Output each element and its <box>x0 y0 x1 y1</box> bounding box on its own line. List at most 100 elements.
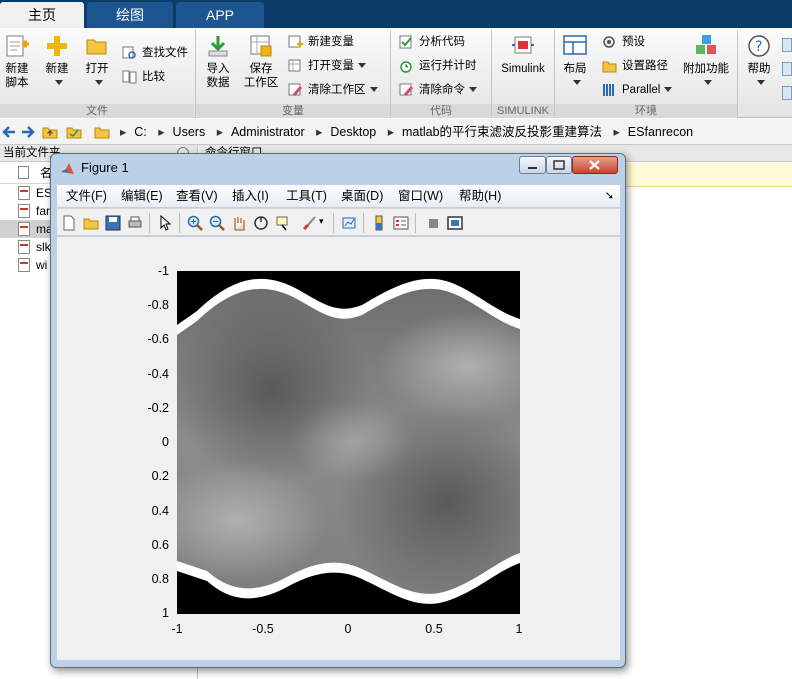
open-variable-button[interactable]: 打开变量 <box>286 56 366 76</box>
folder-open-icon <box>84 34 110 58</box>
reconstructed-image-axes[interactable] <box>177 271 520 614</box>
tab-apps[interactable]: APP <box>176 2 264 28</box>
clear-workspace-button[interactable]: 清除工作区 <box>286 80 378 100</box>
parallel-button[interactable]: Parallel <box>600 80 673 100</box>
request-support-icon[interactable] <box>782 62 792 76</box>
tab-home[interactable]: 主页 <box>0 2 84 28</box>
menu-edit[interactable]: 编辑(E) <box>121 185 163 207</box>
toolbar-divider <box>149 213 150 233</box>
brush-dropdown-icon[interactable]: ▾ <box>319 216 324 227</box>
open-variable-label: 打开变量 <box>308 60 354 72</box>
matlab-file-icon <box>18 222 30 236</box>
zoom-in-icon[interactable] <box>187 215 203 231</box>
menu-tools[interactable]: 工具(T) <box>286 185 327 207</box>
run-and-time-icon <box>399 59 414 73</box>
save-workspace-button[interactable]: 保存 工作区 <box>242 34 280 90</box>
toolbar-divider <box>333 213 334 233</box>
breadcrumb-administrator[interactable]: Administrator <box>231 125 305 139</box>
clear-commands-button[interactable]: 清除命令 <box>397 80 477 100</box>
chevron-down-icon <box>573 80 581 86</box>
data-cursor-icon[interactable] <box>275 215 291 231</box>
chevron-down-icon <box>95 80 103 86</box>
rotate-3d-icon[interactable] <box>253 215 269 231</box>
open-file-icon[interactable] <box>83 215 99 231</box>
close-button[interactable] <box>572 156 618 174</box>
new-script-button[interactable]: 新建 脚本 <box>3 34 31 90</box>
breadcrumb-drive[interactable]: C: <box>134 125 147 139</box>
preferences-button[interactable]: 预设 <box>600 32 645 52</box>
compare-label: 比较 <box>142 71 165 83</box>
breadcrumb-separator-icon: ▸ <box>613 125 620 139</box>
ribbon-divider <box>737 30 738 116</box>
menu-insert[interactable]: 插入(I) <box>232 185 269 207</box>
print-icon[interactable] <box>127 215 143 231</box>
menu-window[interactable]: 窗口(W) <box>398 185 443 207</box>
menu-view[interactable]: 查看(V) <box>176 185 218 207</box>
maximize-button[interactable] <box>546 156 572 174</box>
breadcrumb-project-folder[interactable]: matlab的平行束滤波反投影重建算法 <box>402 125 602 139</box>
layout-button[interactable]: 布局 <box>561 34 589 90</box>
chevron-down-icon <box>358 63 366 69</box>
breadcrumb-desktop[interactable]: Desktop <box>330 125 376 139</box>
brush-icon[interactable] <box>301 215 317 231</box>
minimize-button[interactable] <box>519 156 546 174</box>
forward-arrow-icon[interactable] <box>20 125 36 139</box>
find-files-label: 查找文件 <box>142 47 188 59</box>
tab-plots[interactable]: 绘图 <box>87 2 173 28</box>
set-path-button[interactable]: 设置路径 <box>600 56 668 76</box>
pan-hand-icon[interactable] <box>231 215 247 231</box>
menu-file[interactable]: 文件(F) <box>66 185 107 207</box>
back-arrow-icon[interactable] <box>1 125 17 139</box>
y-tick-label: -0.8 <box>147 298 169 312</box>
breadcrumb-current-folder[interactable]: ESfanrecon <box>628 125 693 139</box>
help-button[interactable]: ? 帮助 <box>745 34 773 90</box>
chevron-down-icon <box>469 87 477 93</box>
browse-folder-icon[interactable] <box>66 125 82 139</box>
menu-bar-dock-icon[interactable]: ➘ <box>605 189 614 202</box>
x-tick-label: -0.5 <box>252 622 274 636</box>
y-tick-label: -1 <box>157 264 169 278</box>
analyze-code-button[interactable]: 分析代码 <box>397 32 465 52</box>
plus-icon <box>44 34 70 58</box>
clear-workspace-label: 清除工作区 <box>308 84 366 96</box>
link-plot-icon[interactable] <box>341 215 357 231</box>
save-workspace-label-1: 保存 <box>249 63 273 75</box>
group-label-variable: 变量 <box>196 104 390 118</box>
addons-button[interactable]: 附加功能 <box>681 34 731 90</box>
breadcrumb-separator-icon: ▸ <box>216 125 223 139</box>
simulink-button[interactable]: Simulink <box>497 34 549 76</box>
open-button[interactable]: 打开 <box>83 34 111 90</box>
y-tick-label: -0.2 <box>147 401 169 415</box>
save-icon[interactable] <box>105 215 121 231</box>
new-variable-button[interactable]: 新建变量 <box>286 32 354 52</box>
minimize-icon <box>528 167 537 169</box>
import-data-button[interactable]: 导入 数据 <box>203 34 233 90</box>
breadcrumb-users[interactable]: Users <box>173 125 206 139</box>
run-and-time-button[interactable]: 运行并计时 <box>397 56 477 76</box>
close-icon <box>589 160 600 170</box>
hide-plot-tools-icon[interactable] <box>425 215 441 231</box>
new-figure-icon[interactable] <box>61 215 77 231</box>
zoom-out-icon[interactable] <box>209 215 225 231</box>
save-workspace-icon <box>248 34 274 58</box>
y-tick-label: -0.4 <box>147 367 169 381</box>
chevron-down-icon <box>757 80 765 86</box>
menu-desktop[interactable]: 桌面(D) <box>341 185 383 207</box>
menu-help[interactable]: 帮助(H) <box>459 185 501 207</box>
show-plot-tools-icon[interactable] <box>447 215 463 231</box>
open-label: 打开 <box>85 63 109 75</box>
group-label-simulink: SIMULINK <box>492 104 554 118</box>
compare-button[interactable]: 比较 <box>120 67 165 87</box>
learn-matlab-icon[interactable] <box>782 86 792 100</box>
figure-window[interactable]: Figure 1 文件(F) 编辑(E) 查看(V) 插入(I) 工具(T) 桌… <box>50 153 626 668</box>
new-button[interactable]: 新建 <box>42 34 72 90</box>
find-files-button[interactable]: 查找文件 <box>120 43 188 63</box>
pointer-icon[interactable] <box>157 215 173 231</box>
insert-legend-icon[interactable] <box>393 215 409 231</box>
insert-colorbar-icon[interactable] <box>371 215 387 231</box>
analyze-code-label: 分析代码 <box>419 36 465 48</box>
community-icon[interactable] <box>782 38 792 52</box>
simulink-label: Simulink <box>501 63 545 75</box>
up-folder-icon[interactable] <box>42 125 58 139</box>
figure-canvas[interactable]: -1 -0.8 -0.6 -0.4 -0.2 0 0.2 0.4 0.6 0.8… <box>57 237 620 660</box>
